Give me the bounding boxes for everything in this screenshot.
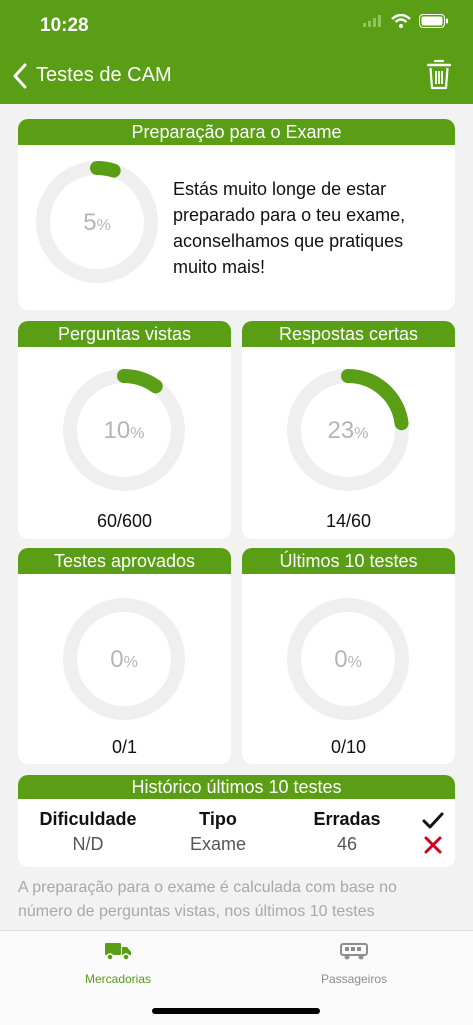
ring-percent-value: 0 [110,646,123,673]
ring-percent-sign: % [130,425,144,442]
stat-card-title: Testes aprovados [18,548,231,574]
close-icon [424,836,442,854]
ring-percent: 0% [110,646,138,673]
ring-percent: 10% [104,417,145,444]
tab-label: Passageiros [320,972,388,986]
stat-card-correct-answers: Respostas certas 23% 14/60 [242,321,455,539]
ring-percent-value: 5 [83,209,96,236]
ring-progress [90,160,121,178]
trash-icon[interactable] [427,58,451,90]
tab-passageiros[interactable]: Passageiros [284,941,424,986]
stat-count: 0/1 [111,737,138,757]
tab-label: Mercadorias [84,972,152,986]
ring-percent-sign: % [124,654,138,671]
stat-count: 0/10 [330,737,367,757]
history-value-type: Exame [189,834,247,854]
history-header-wrong: Erradas [313,809,381,829]
history-col-wrong: Erradas 46 [277,809,417,855]
wifi-icon [391,14,411,28]
home-indicator [152,1008,320,1014]
stat-card-title: Últimos 10 testes [242,548,455,574]
ring-percent-sign: % [97,217,111,234]
stat-ring: 0% [63,598,185,720]
stat-card-title: Perguntas vistas [18,321,231,347]
history-card-title: Histórico últimos 10 testes [18,775,455,799]
ring-percent-value: 10 [104,417,131,444]
history-value-wrong: 46 [336,834,358,854]
truck-icon [105,943,131,961]
back-button[interactable]: Testes de CAM [36,64,172,87]
checkmark-icon [422,812,444,829]
ring-percent: 0% [334,646,362,673]
app-header: 10:28 Testes de CAM [0,0,473,104]
history-col-type: Tipo Exame [148,809,288,855]
stat-ring: 0% [287,598,409,720]
stat-ring: 10% [63,369,185,491]
history-header-type: Tipo [199,809,237,829]
ring-progress [341,369,409,431]
status-time: 10:28 [40,15,89,36]
history-value-difficulty: N/D [72,834,104,854]
stat-card-title: Respostas certas [242,321,455,347]
stat-count: 60/600 [96,511,153,531]
history-header-difficulty: Dificuldade [39,809,137,829]
battery-icon [419,14,448,28]
prep-card-title: Preparação para o Exame [18,119,455,145]
prep-message: Estás muito longe de estar preparado par… [173,179,406,277]
history-card[interactable]: Histórico últimos 10 testes Dificuldade … [18,775,455,867]
signal-icon [363,15,381,27]
prep-card: Preparação para o Exame 5% Estás muito l… [18,119,455,310]
stat-card-questions-seen: Perguntas vistas 10% 60/600 [18,321,231,539]
stat-count: 14/60 [325,511,372,531]
ring-percent-sign: % [354,425,368,442]
ring-percent: 23% [328,417,369,444]
tab-mercadorias[interactable]: Mercadorias [48,941,188,986]
bus-icon [340,943,368,960]
footnote-text: A preparação para o exame é calculada co… [18,879,397,920]
ring-percent-sign: % [348,654,362,671]
ring-percent-value: 0 [334,646,347,673]
ring-percent: 5% [83,209,111,236]
status-icons [363,14,449,28]
chevron-left-icon[interactable] [12,62,28,90]
ring-progress [117,369,163,394]
ring-percent-value: 23 [328,417,355,444]
history-col-difficulty: Dificuldade N/D [18,809,158,855]
stat-card-last-10-tests: Últimos 10 testes 0% 0/10 [242,548,455,764]
prep-ring: 5% [36,160,158,283]
stat-card-tests-passed: Testes aprovados 0% 0/1 [18,548,231,764]
stat-ring: 23% [287,369,409,491]
